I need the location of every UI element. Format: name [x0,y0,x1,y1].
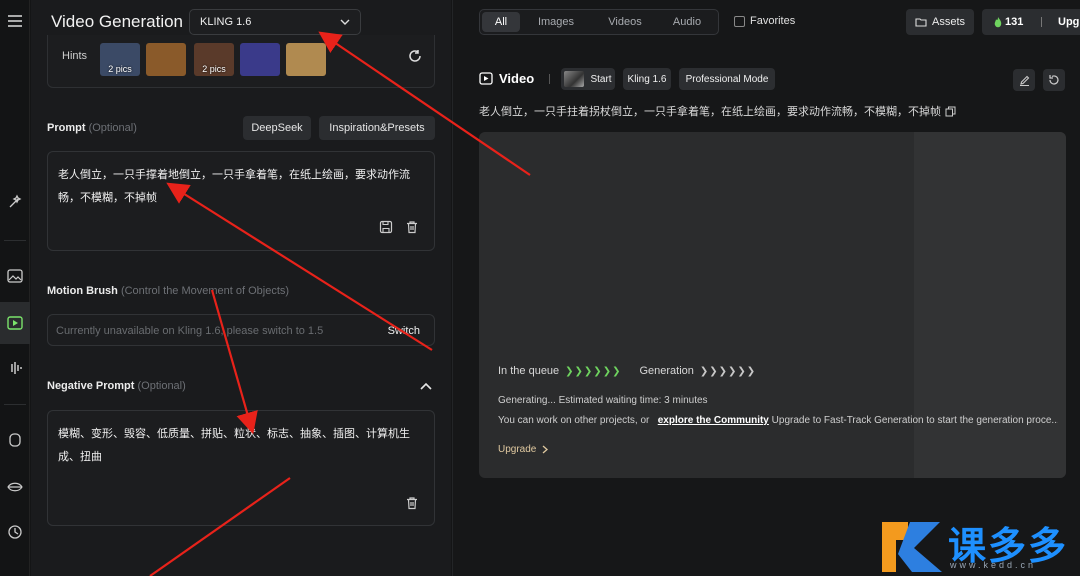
motion-brush-field: Currently unavailable on Kling 1.6, plea… [47,314,435,346]
folder-icon [915,18,927,27]
hint-thumb[interactable]: 2 pics [100,43,140,76]
video-icon [479,72,493,85]
regenerate-button[interactable] [1043,69,1065,91]
credits-count: 131 [1005,16,1024,28]
menu-icon[interactable] [0,9,30,33]
favorites-label: Favorites [750,15,796,27]
save-icon[interactable] [379,220,393,234]
prompt-label: Prompt (Optional) [47,122,137,134]
progress-steps: In the queue ❯❯❯❯❯❯ Generation ❯❯❯❯❯❯ [498,365,757,377]
credits-badge[interactable]: 131 Upg [982,9,1080,35]
model-select[interactable]: KLING 1.6 [189,9,361,35]
undo-icon [1049,75,1059,85]
flame-icon [994,16,1002,27]
favorites-checkbox[interactable] [734,16,745,27]
deepseek-button[interactable]: DeepSeek [243,116,311,140]
video-heading: Video [479,71,534,86]
start-frame-thumbnail [564,71,585,87]
negative-prompt-text: 模糊、变形、毁容、低质量、拼贴、粒状、标志、抽象、插图、计算机生成、扭曲 [58,428,410,463]
copy-icon[interactable] [945,106,956,117]
tab-images[interactable]: Images [528,10,584,34]
lips-icon[interactable] [0,475,30,499]
watermark-url: www.kedd.cn [950,560,1037,570]
app-root: Video Generation KLING 1.6 Hints 2 pics … [0,0,1080,576]
switch-button[interactable]: Switch [388,325,420,337]
tab-audio[interactable]: Audio [662,10,712,34]
generation-status: Generating... Estimated waiting time: 3 … [498,395,708,406]
inspiration-presets-button[interactable]: Inspiration&Presets [319,116,435,140]
icon-rail [0,0,30,576]
refresh-icon[interactable] [408,49,422,63]
trash-icon[interactable] [405,496,419,510]
video-prompt: 老人倒立，一只手拄着拐杖倒立，一只手拿着笔，在纸上绘画，要求动作流畅，不模糊，不… [479,103,956,119]
motion-brush-placeholder: Currently unavailable on Kling 1.6, plea… [56,325,324,337]
start-frame-chip[interactable]: Start [561,68,615,90]
assets-button[interactable]: Assets [906,9,974,35]
explore-community-link[interactable]: explore the Community [658,415,769,426]
motion-brush-label: Motion Brush (Control the Movement of Ob… [47,285,290,297]
upgrade-button[interactable]: Upg [1058,16,1079,28]
settings-panel: Video Generation KLING 1.6 Hints 2 pics … [31,0,451,576]
video-icon[interactable] [0,302,30,344]
chevron-up-icon[interactable] [419,380,433,392]
avatar-icon[interactable] [0,428,30,452]
hint-thumb[interactable] [146,43,186,76]
hint-thumb[interactable] [286,43,326,76]
generation-card: In the queue ❯❯❯❯❯❯ Generation ❯❯❯❯❯❯ Ge… [479,132,1066,478]
tab-videos[interactable]: Videos [594,10,656,34]
upgrade-link[interactable]: Upgrade [498,444,549,455]
results-area: All Images Videos Audio Favorites Assets… [452,0,1080,576]
model-chip: Kling 1.6 [623,68,671,90]
hint-thumb[interactable] [240,43,280,76]
pencil-icon [1019,75,1029,86]
negative-prompt-input[interactable]: 模糊、变形、毁容、低质量、拼贴、粒状、标志、抽象、插图、计算机生成、扭曲 [47,410,435,526]
tab-all[interactable]: All [482,12,520,32]
prompt-input[interactable]: 老人倒立，一只手撑着地倒立，一只手拿着笔，在纸上绘画，要求动作流畅，不模糊，不掉… [47,151,435,251]
generation-note: You can work on other projects, or explo… [498,415,1058,426]
history-icon[interactable] [0,520,30,544]
chevron-down-icon [340,19,350,25]
negative-prompt-label: Negative Prompt (Optional) [47,380,186,392]
page-title: Video Generation [51,12,184,31]
magic-wand-icon[interactable] [0,190,30,214]
filter-tabs: All Images Videos Audio [479,9,719,35]
prompt-text: 老人倒立，一只手撑着地倒立，一只手拿着笔，在纸上绘画，要求动作流畅，不模糊，不掉… [58,169,410,204]
audio-wave-icon[interactable] [0,356,30,380]
chevron-right-icon [542,445,549,454]
hint-thumb[interactable]: 2 pics [194,43,234,76]
hints-label: Hints [62,50,88,62]
trash-icon[interactable] [405,220,419,234]
hints-box: Hints 2 pics 2 pics [47,35,435,88]
image-icon[interactable] [0,264,30,288]
edit-button[interactable] [1013,69,1035,91]
mode-chip: Professional Mode [679,68,775,90]
model-select-value: KLING 1.6 [200,16,252,28]
